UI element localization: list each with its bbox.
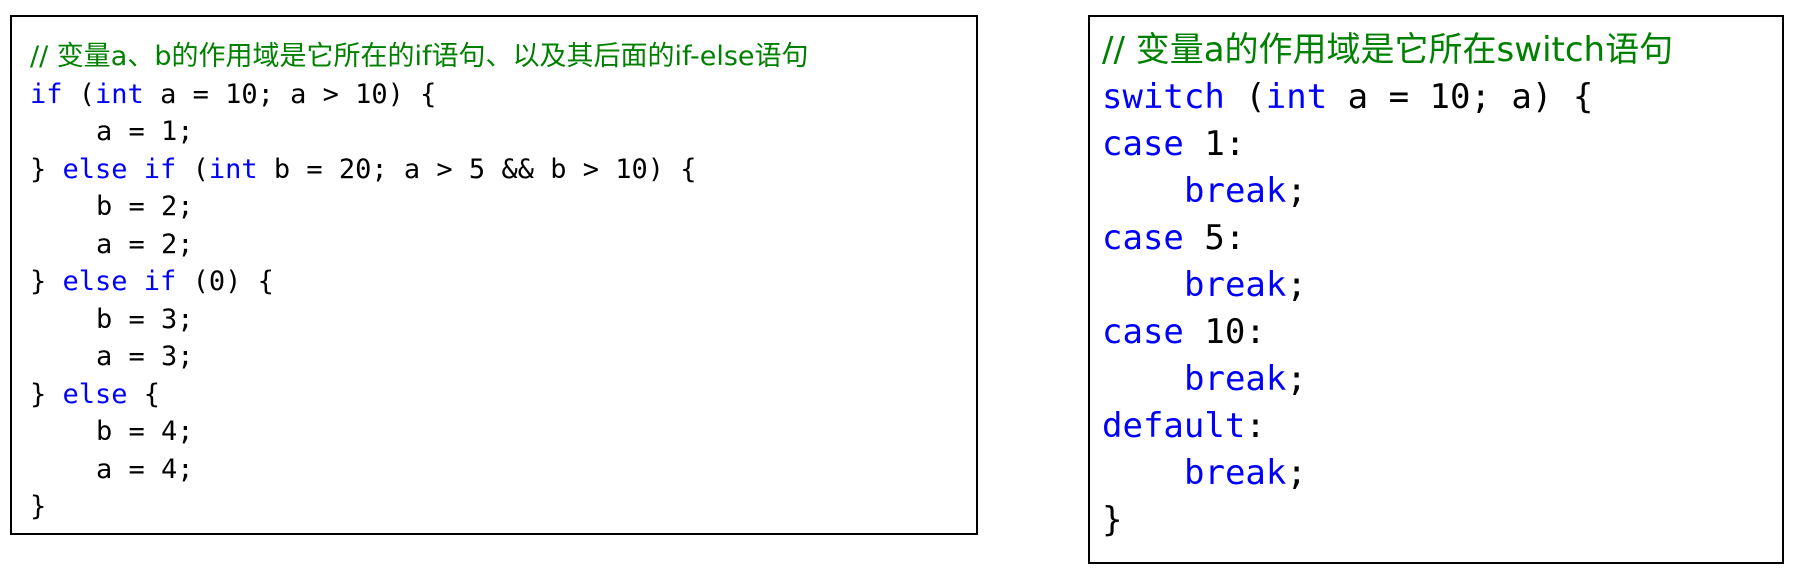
code-line: case 5:	[1102, 215, 1782, 262]
code-text: ;	[1286, 453, 1307, 493]
code-comment: // 变量a、b的作用域是它所在的if语句、以及其后面的if-else语句	[30, 41, 809, 72]
code-text: ;	[1286, 171, 1307, 211]
code-line: }	[1102, 497, 1782, 544]
code-text: }	[1102, 500, 1123, 540]
code-text: a = 1;	[96, 116, 194, 147]
code-keyword: if	[30, 78, 63, 110]
code-keyword: break	[1184, 265, 1287, 305]
code-line: break;	[1102, 168, 1782, 215]
code-keyword: int	[95, 78, 144, 110]
code-text: }	[30, 491, 47, 522]
code-keyword: else if	[62, 153, 177, 185]
code-line: a = 3;	[30, 338, 976, 376]
code-keyword: break	[1184, 359, 1287, 399]
code-line: case 10:	[1102, 309, 1782, 356]
code-line: a = 2;	[30, 226, 976, 264]
code-line: b = 2;	[30, 188, 976, 226]
code-line: break;	[1102, 262, 1782, 309]
code-text: (	[1224, 77, 1266, 117]
code-text: 10:	[1183, 312, 1266, 352]
code-text: :	[1245, 406, 1266, 446]
code-line: }	[30, 488, 976, 526]
code-line: case 1:	[1102, 121, 1782, 168]
code-line: } else if (0) {	[30, 263, 976, 301]
code-keyword: else if	[62, 266, 177, 297]
code-line: break;	[1102, 450, 1782, 497]
code-line: default:	[1102, 403, 1782, 450]
code-keyword: else	[62, 378, 128, 410]
code-text: ;	[1286, 359, 1307, 399]
code-line: // 变量a的作用域是它所在switch语句	[1102, 27, 1782, 74]
code-keyword: int	[1265, 77, 1328, 117]
code-panel-if-else: // 变量a、b的作用域是它所在的if语句、以及其后面的if-else语句 if …	[10, 15, 978, 535]
code-keyword: int	[208, 153, 258, 185]
code-line: b = 4;	[30, 413, 976, 451]
code-line: // 变量a、b的作用域是它所在的if语句、以及其后面的if-else语句	[30, 38, 976, 76]
code-text: (0) {	[176, 266, 274, 297]
code-text: }	[30, 378, 63, 410]
code-keyword: case	[1102, 218, 1184, 258]
code-text: a = 10; a > 10) {	[143, 78, 437, 110]
code-line: b = 3;	[30, 301, 976, 339]
code-line: } else if (int b = 20; a > 5 && b > 10) …	[30, 151, 976, 189]
code-comment: // 变量a的作用域是它所在switch语句	[1102, 30, 1674, 70]
code-text: b = 4;	[96, 416, 194, 447]
code-text: 5:	[1183, 218, 1246, 258]
code-text: ;	[1286, 265, 1307, 305]
code-line: switch (int a = 10; a) {	[1102, 74, 1782, 121]
code-text: b = 3;	[96, 303, 194, 335]
code-keyword: default	[1102, 406, 1246, 446]
code-line: if (int a = 10; a > 10) {	[30, 76, 976, 114]
code-keyword: break	[1184, 453, 1287, 493]
code-line: a = 1;	[30, 113, 976, 151]
code-text: }	[30, 266, 63, 297]
code-keyword: switch	[1102, 77, 1225, 117]
code-text: a = 2;	[96, 228, 194, 260]
code-text: 1:	[1183, 124, 1246, 164]
code-text: b = 20; a > 5 && b > 10) {	[257, 153, 697, 185]
code-text: }	[30, 153, 63, 185]
code-text: {	[127, 378, 161, 410]
code-text: a = 10; a) {	[1327, 77, 1594, 117]
code-text: a = 3;	[96, 341, 194, 372]
code-text: a = 4;	[96, 453, 194, 485]
code-text: (	[62, 78, 96, 110]
code-text: b = 2;	[96, 191, 194, 222]
code-text: (	[176, 153, 209, 185]
code-line: break;	[1102, 356, 1782, 403]
code-keyword: case	[1102, 124, 1184, 164]
code-keyword: case	[1102, 312, 1184, 352]
code-keyword: break	[1184, 171, 1287, 211]
code-panel-switch: // 变量a的作用域是它所在switch语句 switch (int a = 10…	[1088, 15, 1784, 564]
code-line: a = 4;	[30, 451, 976, 489]
code-line: } else {	[30, 376, 976, 414]
